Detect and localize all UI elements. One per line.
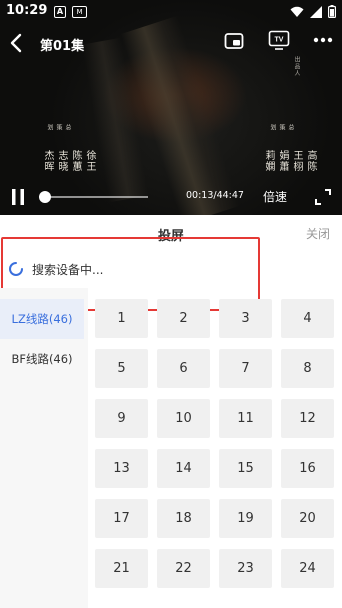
pause-icon[interactable]	[11, 188, 25, 206]
cast-panel-title: 投屏	[157, 229, 184, 244]
battery-icon	[328, 5, 336, 18]
tv-icon-label: TV	[275, 37, 284, 44]
wifi-icon	[290, 6, 304, 17]
player-top-bar: 第01集 TV	[0, 28, 342, 58]
episode-cell[interactable]: 19	[219, 499, 272, 538]
episode-cell[interactable]: 12	[281, 399, 334, 438]
progress-track[interactable]	[44, 196, 148, 198]
episode-cell[interactable]: 22	[157, 549, 210, 588]
episode-cell[interactable]: 4	[281, 299, 334, 338]
episode-cell[interactable]: 23	[219, 549, 272, 588]
credit-top-right: 出品人	[293, 56, 300, 77]
credit-names-left: 徐王 陈蕙 志晓 杰晖	[42, 150, 95, 172]
episode-title: 第01集	[40, 39, 85, 54]
credit-name: 莉嫻	[263, 150, 274, 172]
episode-cell[interactable]: 16	[281, 449, 334, 488]
episode-cell[interactable]: 24	[281, 549, 334, 588]
video-player[interactable]: 10:29 A M 第01集 TV 总策划 徐王 陈蕙 志晓 杰晖 总策划 高陈…	[0, 0, 342, 215]
episode-cell[interactable]: 8	[281, 349, 334, 388]
credit-name: 陈蕙	[70, 150, 81, 172]
fullscreen-icon[interactable]	[314, 188, 332, 206]
time-readout: 00:13/44:47	[186, 190, 244, 201]
player-controls: 00:13/44:47 倍速	[0, 183, 342, 211]
credit-names-right: 高陈 王栩 娟蕭 莉嫻	[263, 150, 316, 172]
episode-cell[interactable]: 10	[157, 399, 210, 438]
device-search-row: 搜索设备中...	[0, 248, 342, 288]
credit-role-left: 总策划	[46, 124, 71, 131]
searching-devices-text: 搜索设备中...	[32, 263, 104, 277]
status-time: 10:29	[6, 3, 48, 18]
episode-cell[interactable]: 21	[95, 549, 148, 588]
episode-cell[interactable]: 14	[157, 449, 210, 488]
episode-cell[interactable]: 6	[157, 349, 210, 388]
episode-cell[interactable]: 5	[95, 349, 148, 388]
accessibility-icon: A	[54, 6, 66, 18]
picture-in-picture-icon[interactable]	[224, 32, 244, 50]
status-bar: 10:29 A M	[0, 0, 342, 24]
credit-role-right: 总策划	[269, 124, 294, 131]
episode-cell[interactable]: 2	[157, 299, 210, 338]
episode-cell[interactable]: 7	[219, 349, 272, 388]
progress-knob[interactable]	[38, 191, 51, 203]
playback-speed-button[interactable]: 倍速	[263, 188, 287, 205]
episode-cell[interactable]: 17	[95, 499, 148, 538]
route-item-lz[interactable]: LZ线路(46)	[0, 299, 84, 339]
status-indicators	[290, 5, 336, 18]
notification-icon: M	[72, 6, 87, 18]
loading-spinner-icon	[9, 262, 23, 276]
credit-name: 娟蕭	[277, 150, 288, 172]
credit-name: 志晓	[56, 150, 67, 172]
episode-cell[interactable]: 3	[219, 299, 272, 338]
episode-cell[interactable]: 11	[219, 399, 272, 438]
credit-name: 杰晖	[42, 150, 53, 172]
close-button[interactable]: 关闭	[306, 225, 330, 242]
route-item-bf[interactable]: BF线路(46)	[0, 339, 84, 379]
more-options-icon[interactable]	[313, 36, 333, 44]
signal-icon	[310, 5, 322, 18]
back-arrow-icon[interactable]	[7, 31, 25, 55]
credit-name: 高陈	[305, 150, 316, 172]
episode-cell[interactable]: 1	[95, 299, 148, 338]
episode-cell[interactable]: 20	[281, 499, 334, 538]
cast-tv-icon[interactable]: TV	[268, 29, 290, 55]
credit-name: 王栩	[291, 150, 302, 172]
episode-cell[interactable]: 18	[157, 499, 210, 538]
episode-grid: 1 2 3 4 5 6 7 8 9 10 11 12 13 14 15 16 1…	[95, 299, 342, 588]
episode-cell[interactable]: 9	[95, 399, 148, 438]
episode-cell[interactable]: 15	[219, 449, 272, 488]
episode-cell[interactable]: 13	[95, 449, 148, 488]
credit-name: 徐王	[84, 150, 95, 172]
route-sidebar: LZ线路(46) BF线路(46)	[0, 288, 88, 608]
